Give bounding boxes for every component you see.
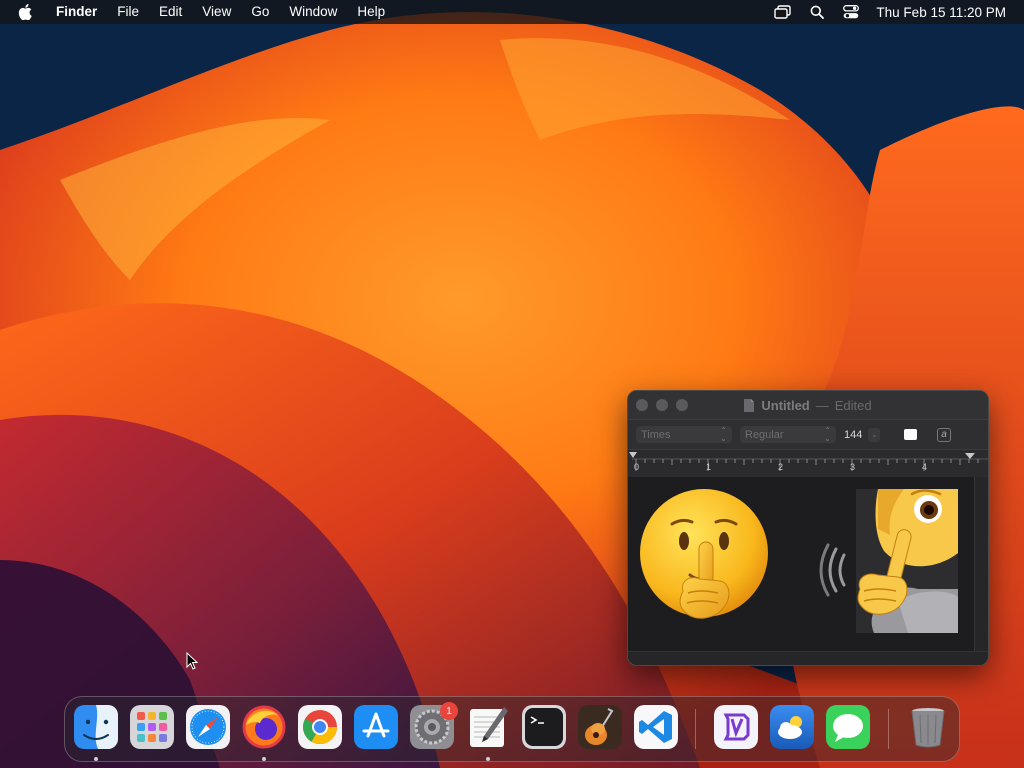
mouse-cursor-icon (186, 652, 198, 670)
popup-arrows-icon: ⌃ ⌄ (824, 425, 831, 443)
vertical-scrollbar[interactable] (974, 477, 988, 653)
menu-help[interactable]: Help (347, 0, 395, 24)
font-size-field[interactable]: 144 ⌄ (844, 426, 888, 443)
window-title: Untitled — Edited (628, 391, 988, 419)
title-separator: — (815, 397, 829, 413)
control-center-icon[interactable] (834, 0, 868, 24)
dock-app-store-icon[interactable] (354, 705, 398, 749)
menu-window[interactable]: Window (279, 0, 347, 24)
dock-chrome-icon[interactable] (298, 705, 342, 749)
dock-separator (888, 709, 889, 749)
font-style-value: Regular (745, 428, 784, 441)
dock-vscode-icon[interactable] (634, 705, 678, 749)
document-name: Untitled (761, 397, 810, 413)
dock-safari-icon[interactable] (186, 705, 230, 749)
menu-bar-clock[interactable]: Thu Feb 15 11:20 PM (868, 5, 1024, 20)
person-shushing-emoji (808, 489, 958, 633)
document-state: Edited (834, 397, 872, 413)
format-bar: Times ⌃ ⌄ Regular ⌃ ⌄ 144 ⌄ a (628, 419, 988, 449)
ruler-label: 0 (634, 462, 640, 472)
ruler-label: 4 (922, 462, 928, 472)
running-indicator (486, 757, 490, 761)
document-text-area[interactable] (628, 477, 974, 653)
font-family-value: Times (641, 428, 671, 441)
background-color-label: a (941, 429, 947, 440)
menu-file[interactable]: File (107, 0, 149, 24)
dock-terminal-icon[interactable] (522, 705, 566, 749)
document-icon (744, 398, 755, 412)
spotlight-search-icon[interactable] (800, 0, 834, 24)
app-menu-finder[interactable]: Finder (50, 0, 107, 24)
dock-launchpad-icon[interactable] (130, 705, 174, 749)
running-indicator (94, 757, 98, 761)
menu-go[interactable]: Go (241, 0, 279, 24)
dock (64, 696, 960, 762)
dock-weather-icon[interactable] (770, 705, 814, 749)
ruler-label: 1 (706, 462, 712, 472)
menu-bar: Finder File Edit View Go Window Help Thu… (0, 0, 1024, 24)
dock-firefox-icon[interactable] (242, 705, 286, 749)
dock-garageband-icon[interactable] (578, 705, 622, 749)
dock-trash-icon[interactable] (906, 705, 950, 749)
popup-arrows-icon: ⌃ ⌄ (720, 425, 727, 443)
dock-separator (695, 709, 696, 749)
menu-edit[interactable]: Edit (149, 0, 192, 24)
running-indicator (262, 757, 266, 761)
apple-menu-icon[interactable] (18, 4, 36, 20)
notification-badge: 1 (440, 702, 458, 720)
ruler-label: 3 (850, 462, 856, 472)
dock-messages-icon[interactable] (826, 705, 870, 749)
horizontal-scrollbar[interactable] (628, 651, 988, 665)
dock-finder-icon[interactable] (74, 705, 118, 749)
shushing-face-emoji (640, 489, 768, 619)
background-color-well[interactable]: a (937, 427, 951, 442)
window-titlebar[interactable]: Untitled — Edited (628, 391, 988, 419)
font-size-value[interactable]: 144 (844, 429, 862, 441)
dock-textedit-icon[interactable] (466, 705, 510, 749)
dock-visual-studio-icon[interactable] (714, 705, 758, 749)
font-size-stepper-icon[interactable]: ⌄ (868, 427, 881, 442)
text-color-well[interactable] (904, 429, 917, 440)
ruler-label: 2 (778, 462, 784, 472)
font-style-popup[interactable]: Regular ⌃ ⌄ (740, 426, 836, 443)
menu-view[interactable]: View (192, 0, 241, 24)
ruler-ticks (629, 452, 988, 471)
desktop: Finder File Edit View Go Window Help Thu… (0, 0, 1024, 768)
font-family-popup[interactable]: Times ⌃ ⌄ (636, 426, 732, 443)
ruler[interactable]: 0 1 2 3 4 (628, 449, 988, 475)
screen-mirroring-icon[interactable] (766, 0, 800, 24)
textedit-window: Untitled — Edited Times ⌃ ⌄ Regular ⌃ ⌄ 14… (627, 390, 989, 666)
